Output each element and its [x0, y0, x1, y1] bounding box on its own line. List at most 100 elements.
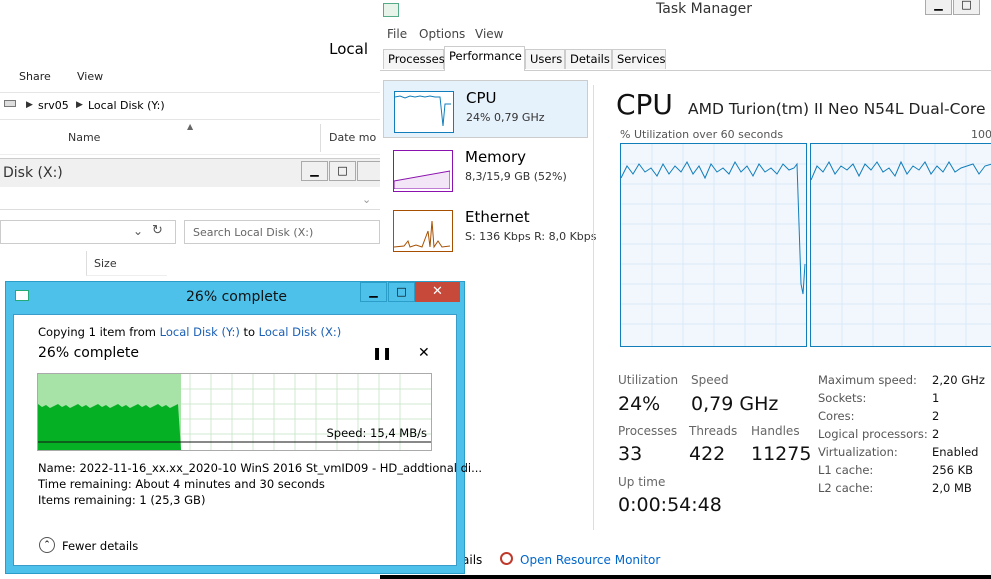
- utilization-label: Utilization: [618, 373, 679, 387]
- uptime-value: 0:00:54:48: [618, 494, 722, 516]
- tm-maximize-button[interactable]: □: [953, 0, 980, 15]
- explorer-x-title: Disk (X:): [3, 165, 63, 181]
- cancel-button[interactable]: ✕: [418, 345, 430, 361]
- close-button[interactable]: [357, 161, 380, 181]
- name-row: Name: 2022-11-16_xx.xx_2020-10 WinS 2016…: [38, 461, 483, 475]
- chevron-up-icon[interactable]: ⌃: [39, 537, 55, 553]
- address-bar-x[interactable]: ⌄ ↻: [0, 220, 176, 244]
- ribbon-tab-share[interactable]: Share: [19, 70, 51, 83]
- copying-prefix: Copying 1 item from: [38, 325, 160, 339]
- panel-divider: [593, 85, 594, 530]
- cpu-heading: CPU: [616, 88, 673, 121]
- speed-value: 0,79 GHz: [691, 393, 779, 415]
- column-size-label: Size: [94, 257, 117, 270]
- open-resource-monitor-link[interactable]: Open Resource Monitor: [520, 553, 660, 567]
- dialog-title: 26% complete: [186, 289, 287, 305]
- column-size[interactable]: Size: [86, 251, 167, 276]
- spec-value: 2,20 GHz: [932, 373, 985, 387]
- spec-label: L2 cache:: [818, 481, 874, 495]
- cpu-core-graph-1: [620, 143, 807, 347]
- dialog-minimize-button[interactable]: ▁: [360, 282, 387, 302]
- breadcrumb-local-disk-y[interactable]: Local Disk (Y:): [88, 99, 165, 112]
- sidebar-cpu-name: CPU: [466, 89, 497, 107]
- tab-processes[interactable]: Processes: [383, 49, 445, 69]
- handles-value: 11275: [751, 443, 812, 465]
- tab-users[interactable]: Users: [525, 49, 565, 69]
- spec-label: Logical processors:: [818, 427, 928, 441]
- transfer-speed-chart: Speed: 15,4 MB/s: [37, 373, 432, 451]
- dialog-close-button[interactable]: ✕: [415, 282, 460, 302]
- spec-label: L1 cache:: [818, 463, 874, 477]
- to-word: to: [239, 325, 259, 339]
- pause-button[interactable]: ❚❚: [372, 346, 392, 360]
- chevron-down-icon[interactable]: ⌄: [362, 193, 371, 206]
- drive-icon: [4, 100, 16, 107]
- spec-value: 2,0 MB: [932, 481, 972, 495]
- copying-line: Copying 1 item from Local Disk (Y:) to L…: [38, 325, 341, 339]
- menu-options[interactable]: Options: [419, 27, 465, 41]
- cpu-thumbnail: [394, 91, 454, 133]
- cpu-model: AMD Turion(tm) II Neo N54L Dual-Core Pro: [688, 100, 991, 118]
- fewer-details-button[interactable]: Fewer details: [62, 539, 138, 553]
- tab-services[interactable]: Services: [612, 49, 666, 69]
- sidebar-item-memory[interactable]: Memory 8,3/15,9 GB (52%): [383, 140, 588, 198]
- column-divider: [320, 124, 321, 152]
- progress-heading: 26% complete: [38, 345, 139, 361]
- time-remaining-row: Time remaining: About 4 minutes and 30 s…: [38, 477, 325, 491]
- column-name[interactable]: Name: [68, 131, 100, 144]
- maximize-button[interactable]: □: [329, 161, 356, 181]
- menu-view[interactable]: View: [475, 27, 503, 41]
- explorer-x-titlebar: Disk (X:) ▁ □: [0, 159, 380, 187]
- copy-progress-dialog: 26% complete ▁ □ ✕ Copying 1 item from L…: [5, 281, 482, 574]
- source-link[interactable]: Local Disk (Y:): [160, 325, 240, 339]
- menu-file[interactable]: File: [387, 27, 407, 41]
- uptime-label: Up time: [618, 475, 666, 489]
- task-manager-titlebar: Task Manager ▁ □: [380, 0, 991, 22]
- spec-label: Maximum speed:: [818, 373, 917, 387]
- tab-details[interactable]: Details: [565, 49, 612, 69]
- tm-minimize-button[interactable]: ▁: [925, 0, 952, 15]
- task-manager-title: Task Manager: [656, 1, 753, 17]
- search-input[interactable]: Search Local Disk (X:): [184, 220, 380, 244]
- breadcrumb-srv05[interactable]: srv05: [38, 99, 69, 112]
- items-remaining-row: Items remaining: 1 (25,3 GB): [38, 493, 206, 507]
- sidebar-memory-name: Memory: [465, 148, 527, 166]
- refresh-icon[interactable]: ↻: [152, 223, 163, 238]
- spec-value: Enabled: [932, 445, 979, 459]
- address-bar[interactable]: ▶ srv05 ▶ Local Disk (Y:): [0, 92, 380, 120]
- speed-readout: Speed: 15,4 MB/s: [326, 426, 427, 440]
- threads-label: Threads: [689, 424, 738, 438]
- chevron-right-icon: ▶: [76, 100, 83, 110]
- utilization-max-label: 100%: [971, 128, 991, 141]
- handles-label: Handles: [751, 424, 800, 438]
- spec-label: Virtualization:: [818, 445, 898, 459]
- destination-link[interactable]: Local Disk (X:): [259, 325, 342, 339]
- chevron-right-icon: ▶: [26, 100, 33, 110]
- ethernet-thumbnail: [393, 210, 453, 252]
- explorer-ribbon: Share View: [0, 62, 380, 90]
- task-manager-window: Task Manager ▁ □ File Options View Proce…: [380, 0, 991, 575]
- speed-label: Speed: [691, 373, 729, 387]
- sidebar-item-ethernet[interactable]: Ethernet S: 136 Kbps R: 8,0 Kbps: [383, 200, 597, 258]
- dialog-body: Copying 1 item from Local Disk (Y:) to L…: [13, 314, 482, 566]
- memory-thumbnail: [393, 150, 453, 192]
- sidebar-item-cpu[interactable]: CPU 24% 0,79 GHz: [383, 80, 588, 138]
- fewer-details-fragment[interactable]: ails: [462, 553, 482, 567]
- speed-area: [38, 404, 181, 450]
- threads-value: 422: [689, 443, 726, 465]
- explorer-title: Local: [329, 40, 368, 58]
- tab-strip: Processes Performance Users Details Serv…: [380, 46, 991, 71]
- utilization-value: 24%: [618, 393, 661, 415]
- cpu-core-graph-2: [810, 143, 991, 347]
- column-date-modified[interactable]: Date mo: [329, 131, 376, 144]
- chevron-down-icon[interactable]: ⌄: [133, 224, 143, 238]
- spec-value: 256 KB: [932, 463, 974, 477]
- ribbon-tab-view[interactable]: View: [77, 70, 103, 83]
- dialog-maximize-button[interactable]: □: [388, 282, 415, 302]
- processes-label: Processes: [618, 424, 678, 438]
- explorer-titlebar: Local: [0, 0, 380, 62]
- column-header-row: ▲ Name Date mo: [0, 120, 380, 155]
- tab-performance[interactable]: Performance: [444, 46, 525, 71]
- ribbon-collapsed: ⌄: [0, 191, 380, 210]
- minimize-button[interactable]: ▁: [301, 161, 328, 181]
